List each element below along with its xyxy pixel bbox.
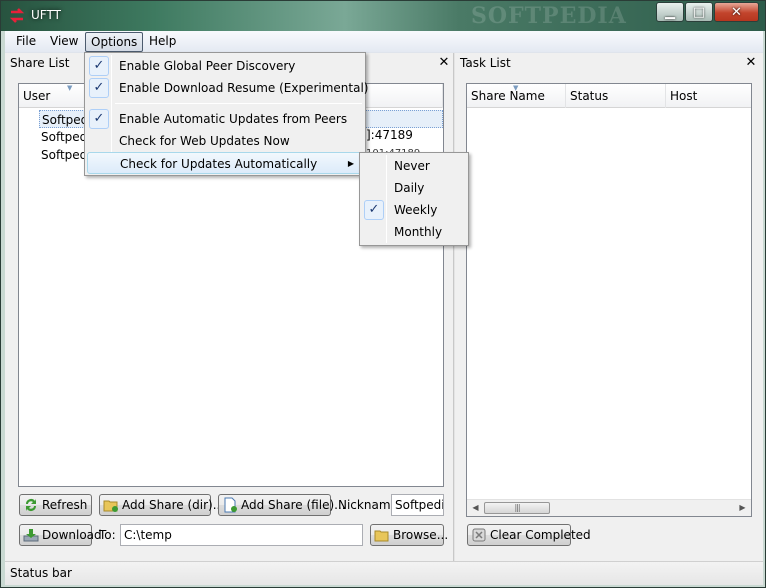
task-list-title: Task List — [460, 56, 511, 70]
nickname-input[interactable]: Softpedia — [391, 494, 444, 516]
watermark: SOFTPEDIA — [471, 3, 627, 29]
client-area: File View Options Help Share List ✕ User… — [5, 31, 763, 585]
refresh-icon — [26, 499, 36, 511]
folder-open-icon — [374, 530, 389, 542]
download-button[interactable]: Download — [19, 524, 102, 546]
window-title: UFTT — [31, 8, 61, 22]
clear-icon — [472, 528, 486, 542]
menu-file[interactable]: File — [11, 32, 41, 52]
menu-item-check-web-updates[interactable]: Check for Web Updates Now — [87, 130, 363, 152]
submenu-item-never[interactable]: Never — [362, 155, 466, 177]
scroll-right-icon[interactable]: ▶ — [734, 500, 751, 516]
check-icon: ✓ — [89, 56, 109, 76]
menu-item-global-peer-discovery[interactable]: ✓ Enable Global Peer Discovery — [87, 55, 363, 77]
to-label: To: — [99, 528, 116, 542]
add-share-file-button[interactable]: Add Share (file)... — [218, 494, 346, 516]
options-menu: ✓ Enable Global Peer Discovery ✓ Enable … — [84, 52, 368, 176]
browse-button[interactable]: Browse... — [370, 524, 448, 546]
sort-arrow-icon: ▼ — [513, 84, 519, 92]
menu-help[interactable]: Help — [144, 32, 181, 52]
close-icon: ✕ — [731, 4, 742, 20]
menu-item-label: Enable Automatic Updates from Peers — [119, 112, 348, 126]
status-text: Status bar — [10, 566, 72, 580]
minimize-button[interactable]: ▁ — [656, 2, 684, 22]
download-path-input[interactable]: C:\temp — [120, 524, 363, 546]
app-icon — [9, 8, 25, 23]
sort-arrow-icon: ▼ — [67, 84, 73, 92]
add-share-file-label: Add Share (file)... — [241, 498, 346, 512]
menu-bar: File View Options Help — [5, 31, 763, 53]
menu-options[interactable]: Options — [85, 32, 144, 52]
submenu-arrow-icon: ▶ — [347, 159, 354, 168]
clear-completed-button[interactable]: Clear Completed — [467, 524, 591, 546]
app-window: UFTT SOFTPEDIA ▁ □ ✕ File View Options H… — [0, 0, 766, 588]
menu-item-label: Never — [394, 159, 430, 173]
row-address-text: ]:47189 — [366, 128, 413, 142]
scroll-left-icon[interactable]: ◀ — [467, 500, 484, 516]
menu-item-label: Weekly — [394, 203, 438, 217]
close-button[interactable]: ✕ — [714, 2, 759, 22]
folder-add-icon — [103, 500, 118, 512]
task-list[interactable]: Share Name Status Host ▼ ◀ ||| ▶ — [466, 83, 752, 517]
browse-label: Browse... — [393, 528, 449, 542]
scroll-thumb[interactable]: ||| — [484, 502, 550, 514]
check-icon: ✓ — [89, 78, 109, 98]
menu-item-label: Monthly — [394, 225, 443, 239]
update-frequency-submenu: Never Daily ✓ Weekly Monthly — [359, 152, 469, 246]
menu-item-label: Enable Global Peer Discovery — [119, 59, 296, 73]
clear-completed-label: Clear Completed — [490, 528, 591, 542]
menu-item-label: Check for Updates Automatically — [120, 157, 318, 171]
refresh-label: Refresh — [42, 498, 88, 512]
horizontal-scrollbar[interactable]: ◀ ||| ▶ — [467, 499, 751, 516]
check-icon: ✓ — [364, 200, 384, 220]
task-list-header: Share Name Status Host ▼ — [467, 84, 751, 108]
menu-item-label: Check for Web Updates Now — [119, 134, 290, 148]
menu-item-download-resume[interactable]: ✓ Enable Download Resume (Experimental) — [87, 77, 368, 99]
menu-item-check-updates-auto[interactable]: Check for Updates Automatically ▶ — [87, 152, 363, 174]
submenu-item-weekly[interactable]: ✓ Weekly — [362, 199, 466, 221]
add-share-dir-label: Add Share (dir)... — [122, 498, 225, 512]
maximize-icon: □ — [692, 4, 706, 20]
minimize-icon: ▁ — [665, 4, 675, 20]
download-label: Download — [42, 528, 102, 542]
submenu-item-daily[interactable]: Daily — [362, 177, 466, 199]
menu-view[interactable]: View — [45, 32, 83, 52]
status-bar: Status bar — [5, 561, 763, 585]
title-bar[interactable]: UFTT SOFTPEDIA ▁ □ ✕ — [1, 1, 765, 31]
menu-item-label: Daily — [394, 181, 425, 195]
menu-item-auto-updates-peers[interactable]: ✓ Enable Automatic Updates from Peers — [87, 108, 363, 130]
add-share-dir-button[interactable]: Add Share (dir)... — [99, 494, 224, 516]
refresh-button[interactable]: Refresh — [19, 494, 92, 516]
menu-item-label: Enable Download Resume (Experimental) — [119, 81, 369, 95]
task-list-close-icon[interactable]: ✕ — [744, 56, 758, 70]
download-icon — [23, 529, 39, 542]
check-icon: ✓ — [89, 109, 109, 129]
submenu-item-monthly[interactable]: Monthly — [362, 221, 466, 243]
column-host[interactable]: Host — [666, 84, 751, 108]
panel-splitter[interactable] — [453, 53, 455, 561]
maximize-button[interactable]: □ — [685, 2, 713, 22]
menu-separator — [115, 103, 362, 104]
column-status[interactable]: Status — [566, 84, 666, 108]
file-add-icon — [224, 497, 237, 513]
share-list-close-icon[interactable]: ✕ — [437, 56, 451, 70]
